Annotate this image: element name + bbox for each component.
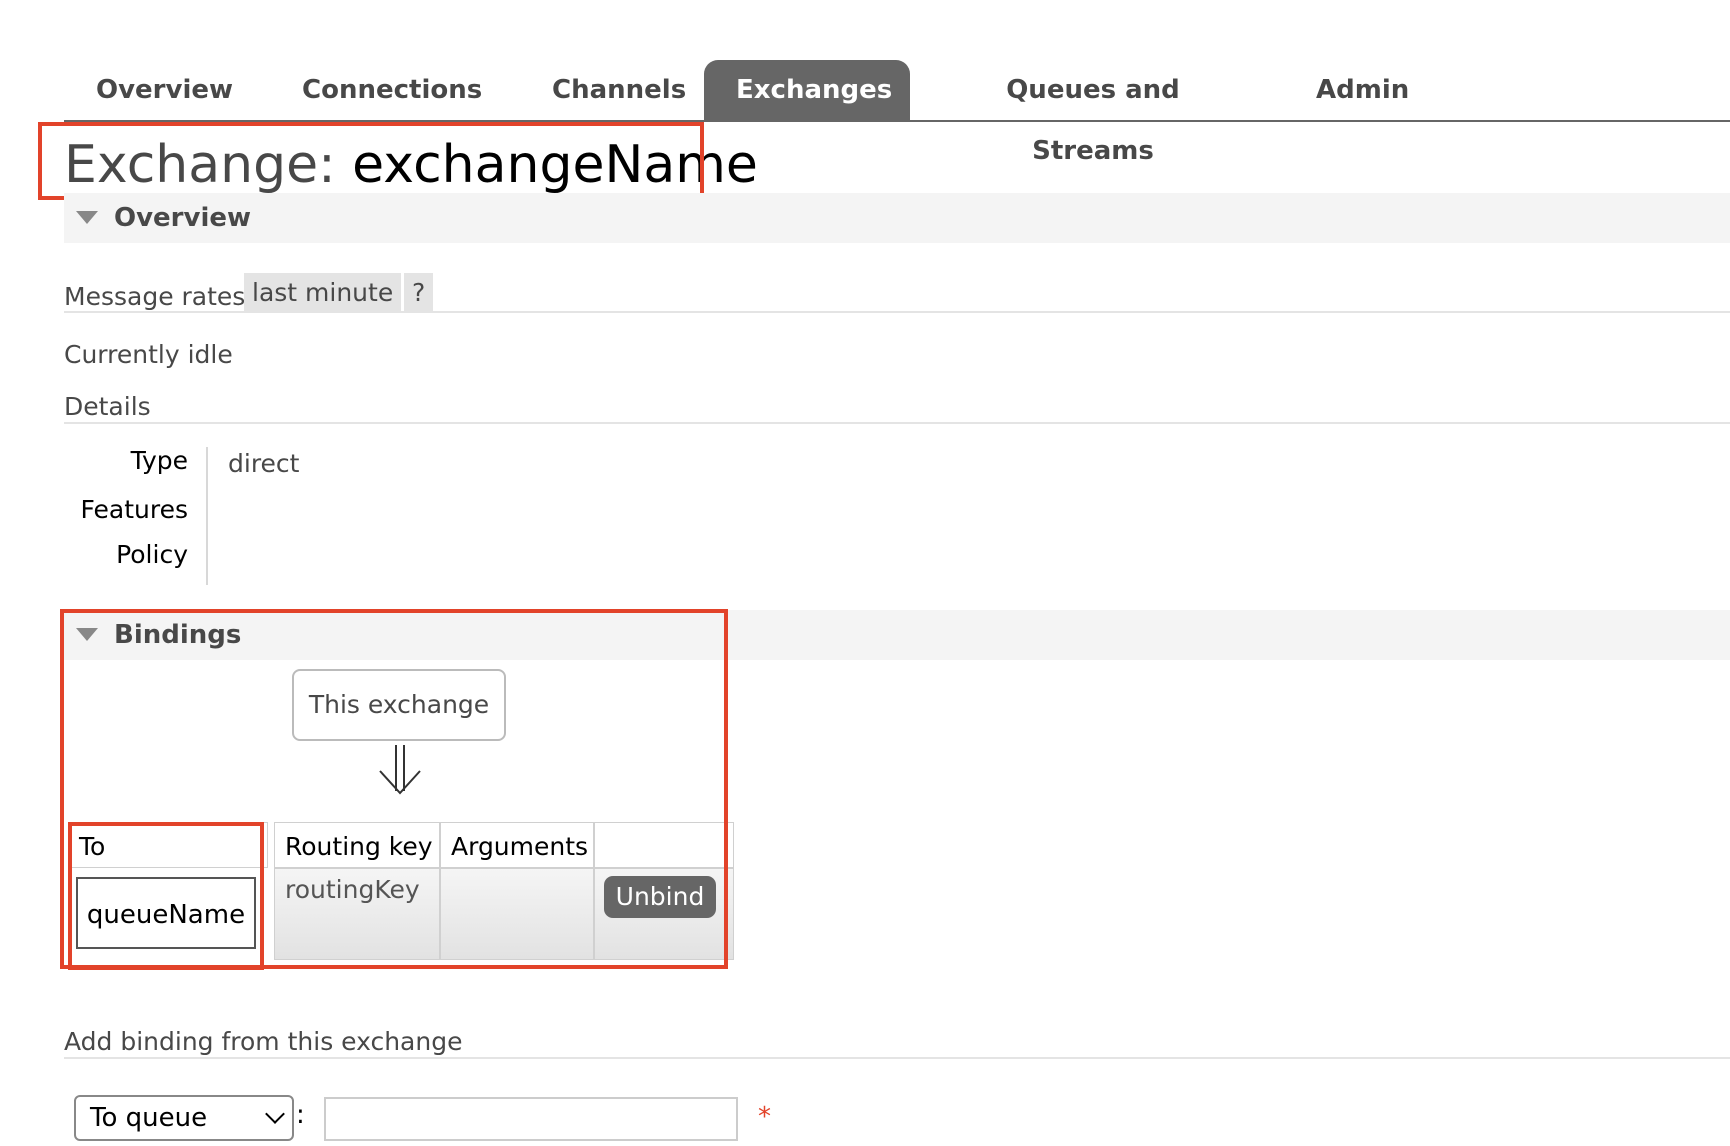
chevron-down-icon [265, 1104, 285, 1124]
help-button[interactable]: ? [404, 273, 434, 313]
status-text: Currently idle [64, 340, 233, 369]
detail-value-type: direct [228, 449, 300, 478]
detail-key-policy: Policy [116, 540, 188, 569]
tab-queues-and-streams[interactable]: Queues and Streams [940, 60, 1246, 166]
tab-exchanges[interactable]: Exchanges [704, 60, 910, 121]
detail-key-features: Features [80, 495, 189, 524]
details-separator [206, 447, 208, 585]
details-label: Details [64, 392, 151, 421]
detail-key-type: Type [130, 446, 188, 475]
required-marker: * [758, 1102, 771, 1132]
add-binding-label: Add binding from this exchange [64, 1027, 463, 1056]
destination-type-value: To queue [90, 1103, 208, 1133]
tab-connections[interactable]: Connections [270, 60, 490, 121]
tab-channels[interactable]: Channels [520, 60, 686, 121]
title-highlight-box [38, 122, 704, 200]
tab-overview[interactable]: Overview [64, 60, 254, 121]
collapse-triangle-icon [76, 211, 98, 224]
overview-section-label: Overview [114, 203, 252, 233]
destination-name-input[interactable] [324, 1097, 738, 1141]
destination-type-select[interactable]: To queue [74, 1095, 294, 1141]
divider [64, 1057, 1730, 1059]
overview-section-header[interactable]: Overview [64, 193, 1730, 243]
field-colon: : [296, 1100, 305, 1130]
divider [64, 422, 1730, 424]
rate-period-button[interactable]: last minute [244, 273, 402, 313]
divider [64, 311, 1730, 313]
tab-admin[interactable]: Admin [1284, 60, 1416, 121]
to-column-highlight-box [68, 822, 264, 970]
